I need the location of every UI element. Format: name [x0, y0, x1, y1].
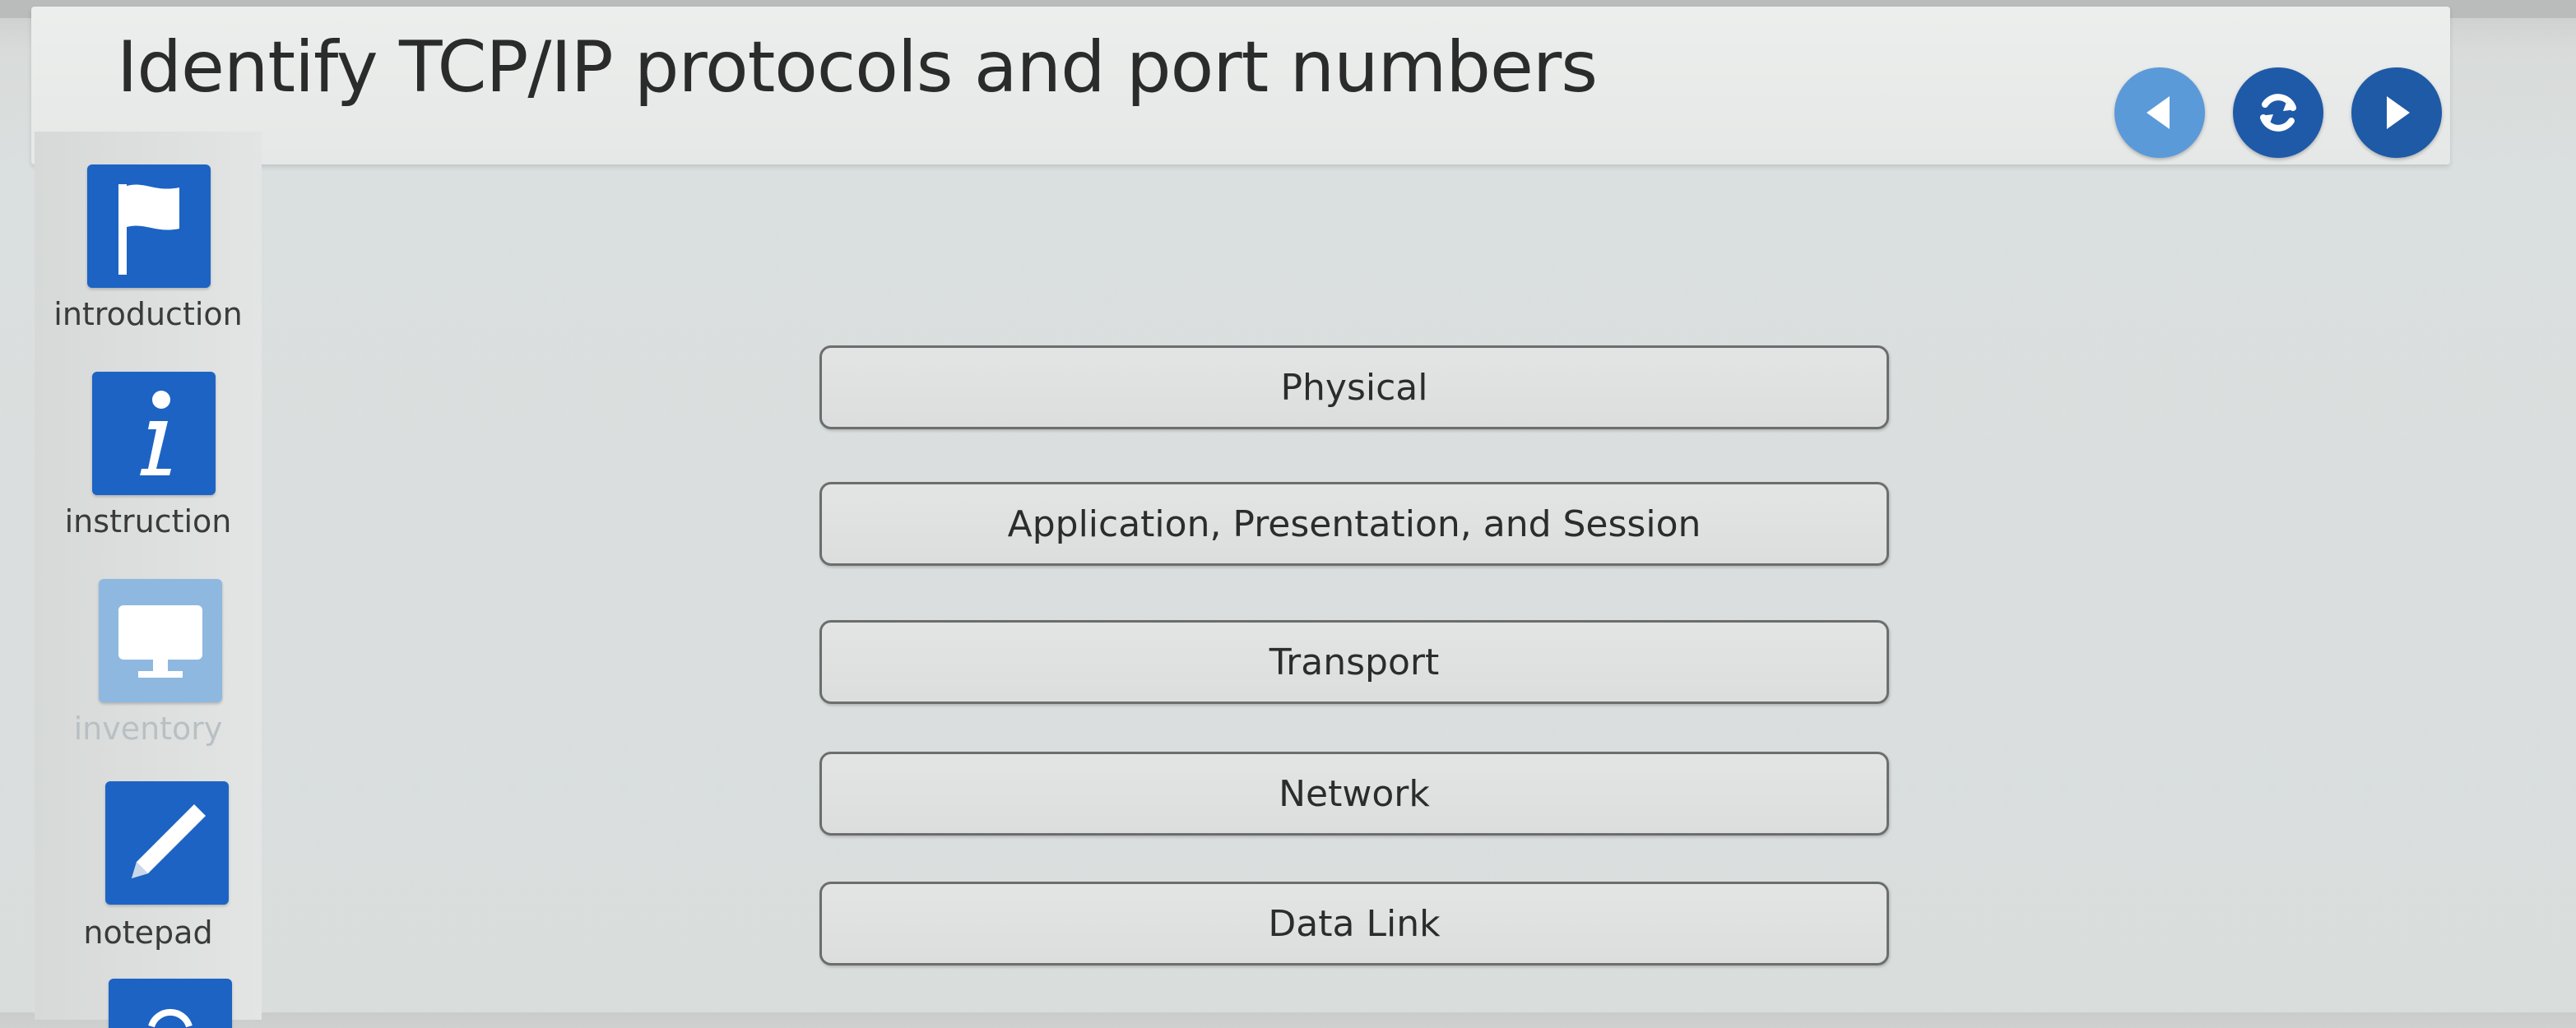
sidebar-item-notepad[interactable]: notepad: [35, 781, 262, 987]
layer-label: Application, Presentation, and Session: [1007, 502, 1701, 545]
sidebar-label-introduction: introduction: [53, 296, 243, 332]
sidebar-label-inventory: inventory: [73, 711, 223, 747]
page-title: Identify TCP/IP protocols and port numbe…: [117, 26, 1598, 109]
forward-arrow-icon: [2387, 96, 2410, 129]
sidebar-tile-introduction[interactable]: [87, 164, 211, 288]
sidebar-tile-notepad[interactable]: [105, 781, 229, 905]
layer-label: Data Link: [1268, 902, 1441, 945]
reset-button[interactable]: [2233, 67, 2323, 158]
sidebar-tile-next[interactable]: [109, 979, 232, 1028]
layer-box-application[interactable]: Application, Presentation, and Session: [819, 482, 1889, 566]
monitor-icon: [118, 605, 202, 678]
flag-icon: [118, 184, 179, 275]
header-bar: Identify TCP/IP protocols and port numbe…: [31, 7, 2450, 164]
sidebar-item-inventory[interactable]: inventory: [35, 579, 262, 785]
sidebar-label-instruction: instruction: [64, 503, 232, 539]
info-icon: [140, 391, 171, 475]
layer-label: Transport: [1269, 641, 1440, 683]
sidebar-item-instruction[interactable]: instruction: [35, 372, 262, 577]
refresh-icon: [2260, 94, 2296, 132]
sidebar-item-introduction[interactable]: introduction: [35, 164, 262, 370]
sidebar-label-notepad: notepad: [83, 915, 213, 951]
sidebar-tile-instruction[interactable]: [92, 372, 216, 495]
back-arrow-icon: [2147, 96, 2170, 129]
next-button[interactable]: [2351, 67, 2442, 158]
layer-box-network[interactable]: Network: [819, 752, 1889, 836]
previous-button[interactable]: [2114, 67, 2205, 158]
sidebar-tile-inventory[interactable]: [99, 579, 222, 702]
layer-box-physical[interactable]: Physical: [819, 345, 1889, 429]
sidebar: introduction instruction inventory notep…: [35, 132, 262, 1028]
layer-label: Physical: [1280, 366, 1428, 409]
pencil-icon: [132, 804, 206, 878]
layer-box-data-link[interactable]: Data Link: [819, 882, 1889, 965]
layer-label: Network: [1279, 772, 1430, 815]
layer-box-transport[interactable]: Transport: [819, 620, 1889, 704]
help-icon: [148, 1008, 193, 1028]
